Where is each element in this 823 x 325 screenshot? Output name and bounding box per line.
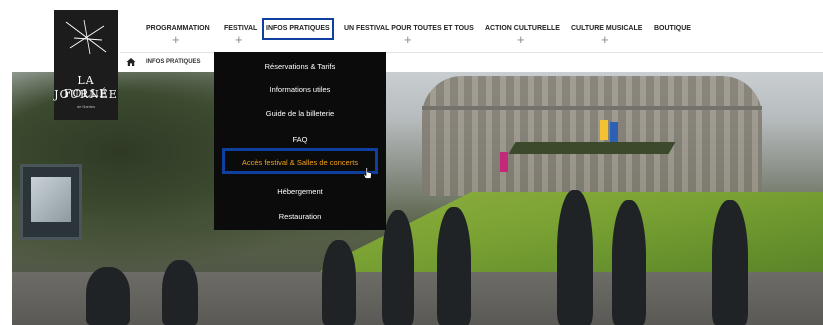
menu-item-highlight: [222, 148, 378, 174]
menu-item-reservations-tarifs[interactable]: Réservations & Tarifs: [214, 60, 386, 74]
menu-item-faq[interactable]: FAQ: [214, 133, 386, 147]
breadcrumb-current: INFOS PRATIQUES: [146, 59, 201, 65]
hero-person: [557, 190, 593, 325]
main-nav: PROGRAMMATION + FESTIVAL + INFOS PRATIQU…: [0, 0, 823, 52]
nav-plus-icon[interactable]: +: [235, 33, 243, 46]
nav-plus-icon[interactable]: +: [172, 33, 180, 46]
menu-item-informations-utiles[interactable]: Informations utiles: [214, 83, 386, 97]
nav-plus-icon[interactable]: +: [517, 33, 525, 46]
hand-cursor-icon: [363, 167, 372, 179]
hero-person: [322, 240, 356, 325]
nav-item-infos-pratiques[interactable]: INFOS PRATIQUES: [262, 18, 334, 40]
logo-mark-icon: [65, 19, 107, 55]
hero-flag: [500, 152, 508, 172]
nav-item-boutique[interactable]: BOUTIQUE: [654, 22, 691, 36]
hero-person: [86, 267, 130, 325]
menu-item-hebergement[interactable]: Hébergement: [214, 185, 386, 199]
hero-person: [712, 200, 748, 325]
nav-plus-icon[interactable]: +: [404, 33, 412, 46]
hero-person: [437, 207, 471, 325]
hero-person: [612, 200, 646, 325]
hero-flag: [610, 122, 618, 142]
hero-photo: [12, 72, 823, 325]
hero-path: [12, 272, 823, 325]
hero-building: [422, 76, 762, 196]
hero-poster-kiosk: [20, 164, 82, 240]
infos-pratiques-dropdown: Réservations & Tarifs Informations utile…: [214, 52, 386, 230]
menu-item-restauration[interactable]: Restauration: [214, 210, 386, 224]
breadcrumb: INFOS PRATIQUES: [118, 53, 214, 72]
hero-flag: [600, 120, 608, 140]
logo-text-line3: de Nantes: [76, 104, 96, 109]
logo-text-line2: JOURNÉE: [54, 88, 118, 101]
hero-person: [382, 210, 414, 325]
hero-person: [162, 260, 198, 325]
festival-logo[interactable]: LA FOLLE JOURNÉE de Nantes: [54, 10, 118, 120]
hero-hedge: [508, 142, 676, 154]
nav-plus-icon[interactable]: +: [601, 33, 609, 46]
menu-item-guide-billeterie[interactable]: Guide de la billeterie: [214, 107, 386, 121]
home-icon[interactable]: [126, 57, 136, 67]
